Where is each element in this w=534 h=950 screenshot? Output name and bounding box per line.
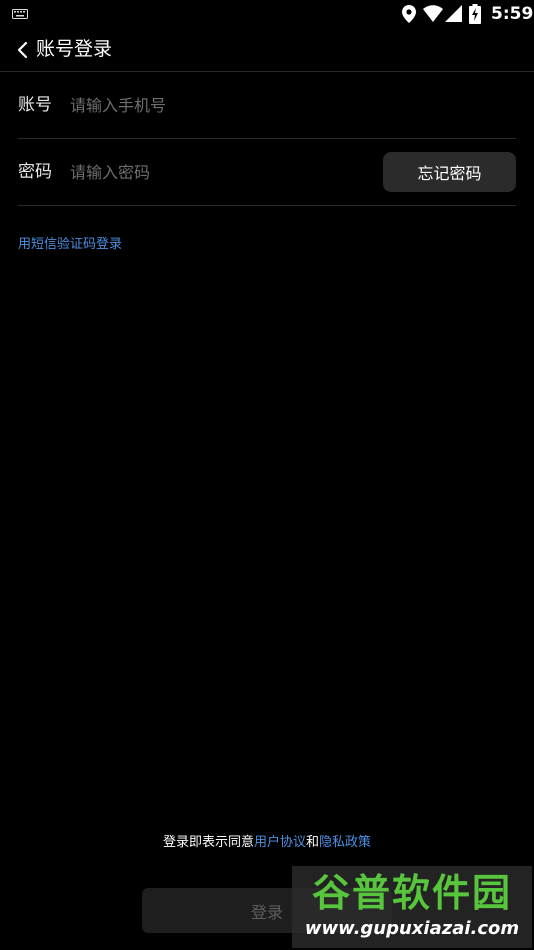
- sms-login-link[interactable]: 用短信验证码登录: [18, 236, 122, 254]
- agreement-conjunction: 和: [306, 835, 320, 850]
- phone-input[interactable]: [70, 92, 370, 118]
- watermark-title: 谷普软件园: [311, 871, 512, 915]
- user-agreement-link[interactable]: 用户协议: [254, 835, 306, 850]
- privacy-policy-link[interactable]: 隐私政策: [319, 835, 371, 850]
- watermark-url: www.gupuxiazai.com: [304, 918, 520, 939]
- password-row: 密码 忘记密码: [18, 139, 516, 206]
- status-bar: 5:59: [0, 0, 534, 28]
- page-title: 账号登录: [36, 38, 113, 60]
- wifi-icon: [423, 5, 443, 22]
- clock: 5:59: [491, 4, 534, 24]
- password-input[interactable]: [70, 159, 320, 185]
- chevron-left-icon[interactable]: [12, 38, 34, 62]
- account-label: 账号: [18, 95, 52, 115]
- agreement-prefix: 登录即表示同意: [162, 835, 254, 850]
- agreement-text: 登录即表示同意用户协议和隐私政策: [0, 834, 534, 852]
- signal-icon: [445, 5, 462, 22]
- app-header: 账号登录: [0, 28, 534, 72]
- forgot-password-button[interactable]: 忘记密码: [383, 152, 516, 192]
- battery-charging-icon: [469, 4, 481, 24]
- keyboard-icon: [12, 9, 28, 19]
- account-row: 账号: [18, 72, 516, 139]
- location-icon: [402, 5, 416, 23]
- password-label: 密码: [18, 162, 52, 182]
- login-screen: 5:59 账号登录 账号 密码 忘记密码 用短信验证码登录 登录即表示同意用户协…: [0, 0, 534, 950]
- watermark: 谷普软件园 www.gupuxiazai.com: [292, 866, 532, 948]
